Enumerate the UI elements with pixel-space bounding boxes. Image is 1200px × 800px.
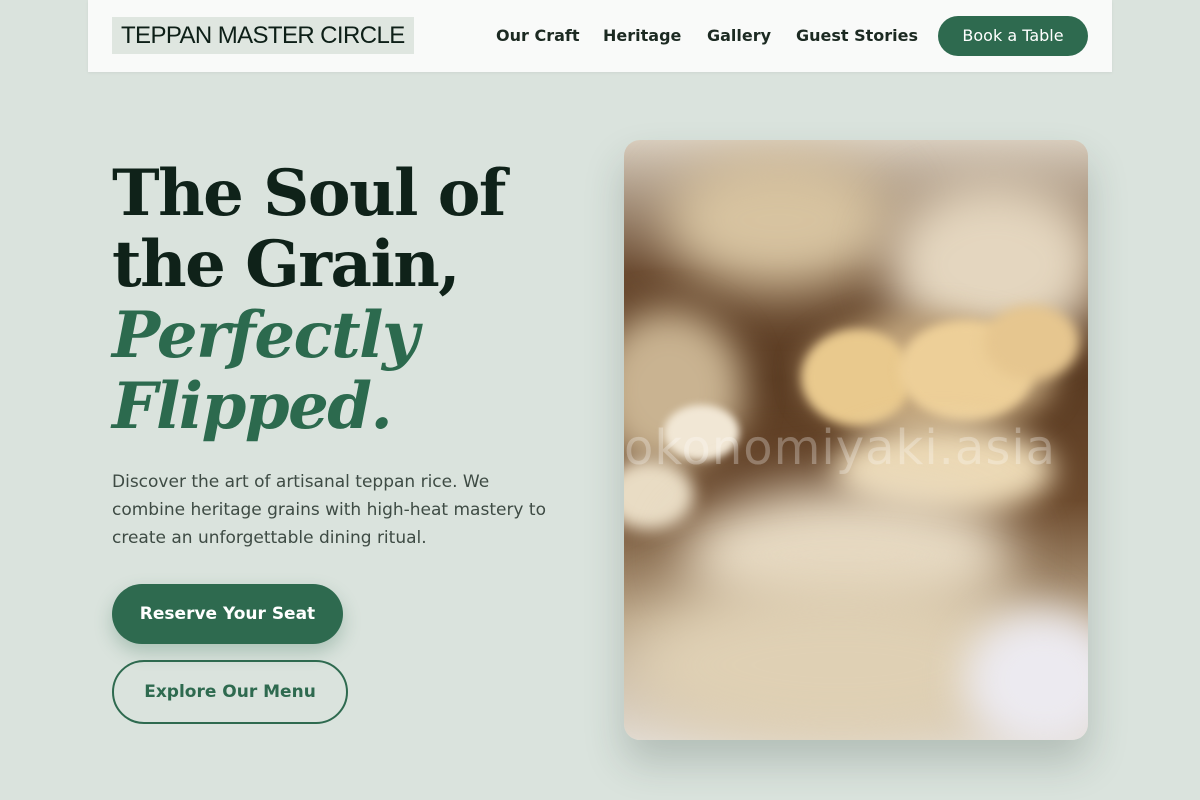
site-header: TEPPAN MASTER CIRCLE Our Craft Heritage … (88, 0, 1112, 72)
hero-description: Discover the art of artisanal teppan ric… (112, 468, 592, 552)
hero-description-line: combine heritage grains with high-heat m… (112, 500, 546, 520)
nav-link-heritage[interactable]: Heritage (603, 0, 681, 72)
book-table-button[interactable]: Book a Table (938, 16, 1088, 56)
cashew-shape (984, 305, 1079, 380)
site-logo[interactable]: TEPPAN MASTER CIRCLE (112, 17, 414, 54)
explore-menu-button[interactable]: Explore Our Menu (112, 660, 348, 724)
hero-heading-accent-line: Flipped. (112, 369, 393, 444)
hero-description-line: create an unforgettable dining ritual. (112, 528, 427, 548)
hero-heading-line: the Grain, (112, 227, 461, 302)
cashew-shape (802, 330, 912, 425)
image-watermark: okonomiyaki.asia (624, 420, 1057, 476)
image-blur-shape (664, 150, 894, 290)
hero-description-line: Discover the art of artisanal teppan ric… (112, 472, 490, 492)
hero-food-image: okonomiyaki.asia (624, 140, 1088, 740)
reserve-seat-button[interactable]: Reserve Your Seat (112, 584, 343, 644)
nav-link-our-craft[interactable]: Our Craft (496, 0, 580, 72)
nav-link-guest-stories[interactable]: Guest Stories (796, 0, 918, 72)
hero-heading-accent-line: Perfectly (112, 298, 419, 373)
hero-heading: The Soul of the Grain, Perfectly Flipped… (112, 158, 592, 442)
hero-heading-line: The Soul of (112, 156, 506, 231)
nav-link-gallery[interactable]: Gallery (707, 0, 771, 72)
